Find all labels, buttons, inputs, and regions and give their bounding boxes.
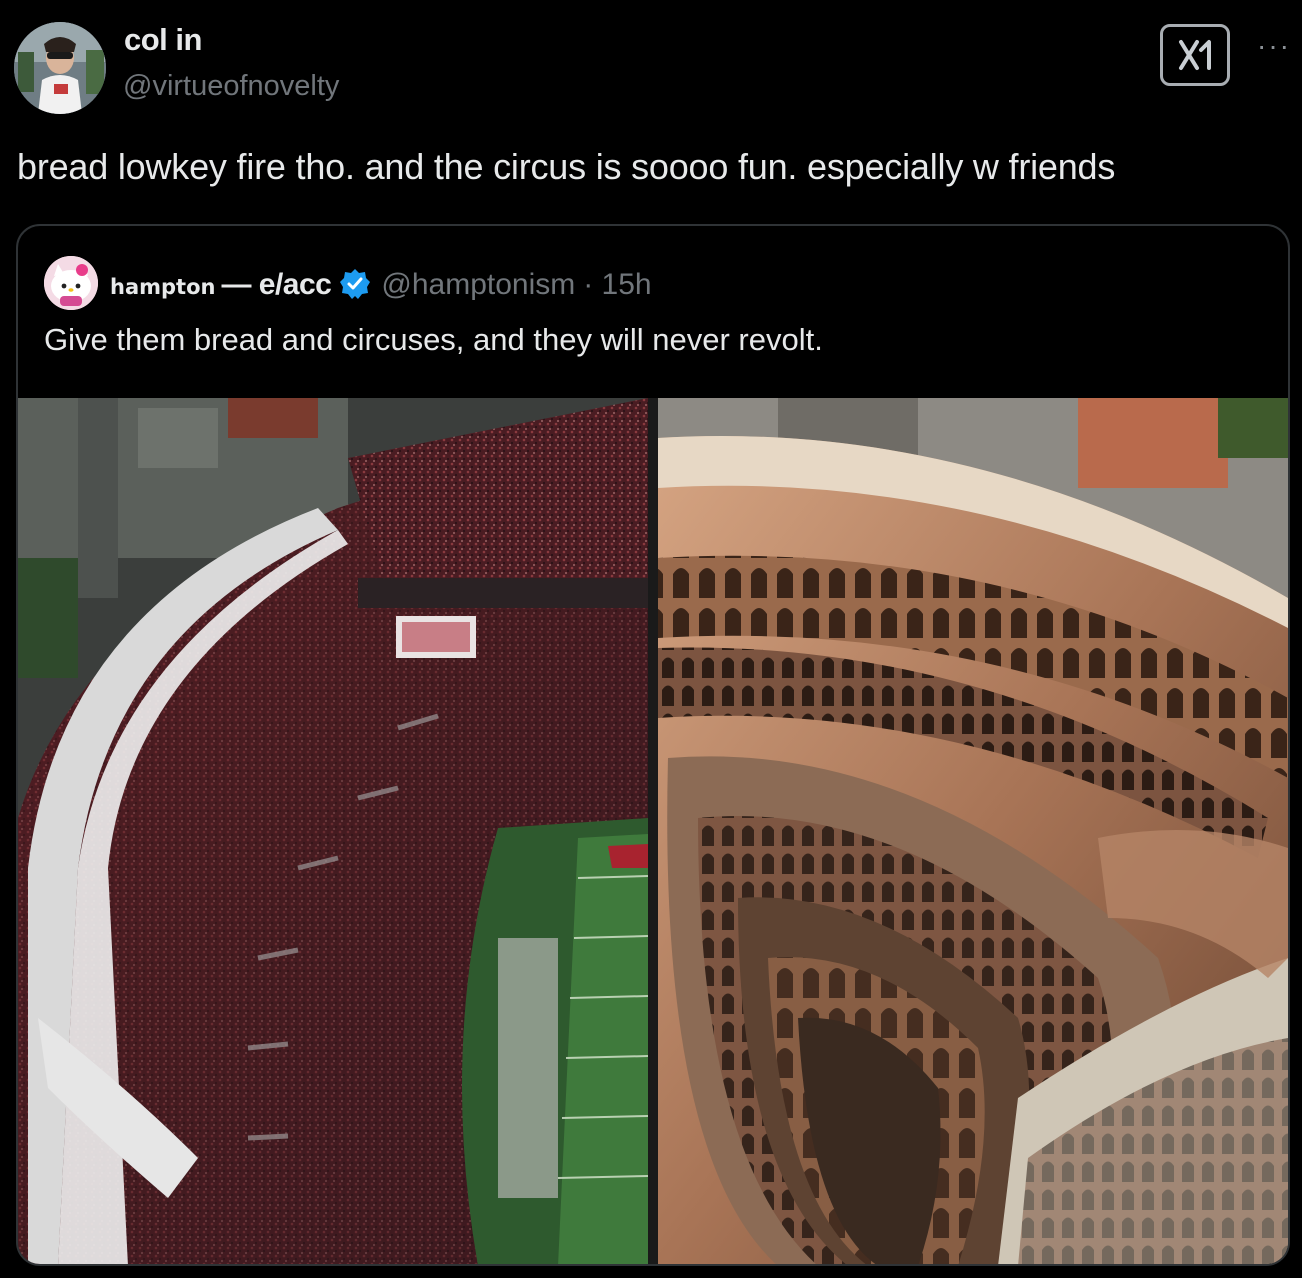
author-avatar[interactable] [14, 22, 106, 114]
roman-colosseum-aerial-photo [658, 398, 1288, 1264]
quote-author-name-suffix[interactable]: — e/acc [221, 268, 331, 302]
author-handle[interactable]: @virtueofnovelty [123, 70, 339, 103]
quote-header: hampton — e/acc @hamptonism · 15h [110, 262, 652, 302]
verified-badge-icon [339, 268, 371, 300]
quote-text: Give them bread and circuses, and they w… [44, 322, 823, 357]
grok-icon [1179, 40, 1211, 70]
quote-timestamp[interactable]: · 15h [583, 268, 651, 302]
hello-kitty-avatar [44, 256, 98, 310]
author-name[interactable]: col in [124, 22, 202, 58]
quote-author-handle[interactable]: @hamptonism [381, 268, 575, 302]
grok-button[interactable] [1160, 24, 1230, 86]
quote-author-name[interactable]: hampton [110, 275, 215, 299]
quoted-tweet[interactable]: hampton — e/acc @hamptonism · 15h Give t… [16, 224, 1290, 1266]
tweet: col in @virtueofnovelty ··· bread lowkey… [0, 0, 1302, 1278]
more-options-button[interactable]: ··· [1252, 26, 1296, 66]
tweet-text: bread lowkey fire tho. and the circus is… [17, 146, 1116, 187]
more-options-icon: ··· [1257, 30, 1291, 61]
quote-media[interactable] [18, 398, 1288, 1264]
quote-author-avatar[interactable] [44, 256, 98, 310]
football-stadium-aerial-photo [18, 398, 648, 1264]
